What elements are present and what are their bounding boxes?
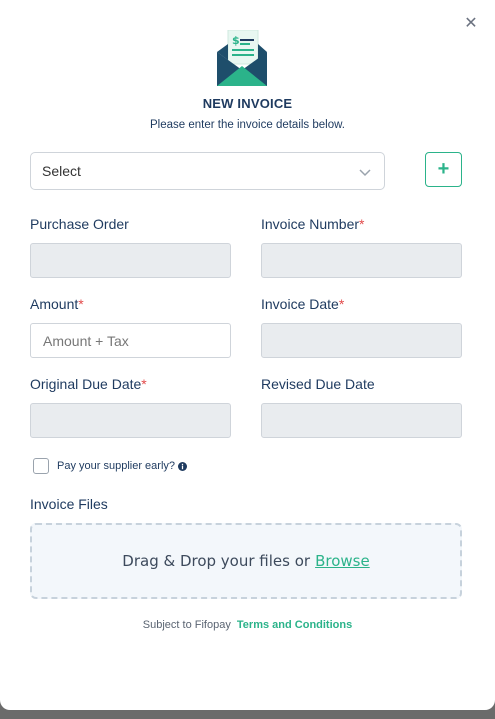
purchase-order-field[interactable] xyxy=(30,243,231,278)
invoice-files-label: Invoice Files xyxy=(30,496,108,512)
dialog-title: NEW INVOICE xyxy=(202,96,293,111)
supplier-select-value: Select xyxy=(42,163,81,179)
browse-link[interactable]: Browse xyxy=(315,552,370,570)
close-icon[interactable]: ✕ xyxy=(464,16,478,32)
early-payment-checkbox[interactable] xyxy=(33,458,49,474)
dropzone-text: Drag & Drop your files or xyxy=(122,552,311,570)
original-due-date-input[interactable] xyxy=(31,404,230,437)
invoice-number-input[interactable] xyxy=(262,244,461,277)
footer-text: Subject to Fifopay xyxy=(142,619,231,631)
amount-label: Amount* xyxy=(30,296,84,312)
purchase-order-label: Purchase Order xyxy=(30,216,129,232)
required-marker: * xyxy=(78,296,84,312)
original-due-date-label: Original Due Date* xyxy=(30,376,147,392)
file-dropzone[interactable]: Drag & Drop your files or Browse xyxy=(30,523,462,599)
invoice-number-field[interactable] xyxy=(261,243,462,278)
revised-due-date-label: Revised Due Date xyxy=(261,376,375,392)
invoice-envelope-icon: $ xyxy=(217,30,267,86)
original-due-date-field[interactable] xyxy=(30,403,231,438)
supplier-select[interactable]: Select xyxy=(30,152,385,190)
add-supplier-button[interactable]: + xyxy=(425,152,462,187)
early-payment-label: Pay your supplier early? xyxy=(57,460,176,472)
invoice-date-input[interactable] xyxy=(262,324,461,357)
purchase-order-input[interactable] xyxy=(31,244,230,277)
required-marker: * xyxy=(338,296,345,312)
chevron-down-icon xyxy=(359,169,371,177)
svg-text:$: $ xyxy=(232,34,240,47)
revised-due-date-input[interactable] xyxy=(262,404,461,437)
dialog-subtitle: Please enter the invoice details below. xyxy=(150,119,345,131)
invoice-date-label: Invoice Date* xyxy=(261,296,345,312)
new-invoice-dialog: ✕ $ NEW INVOICE Please enter the invoice… xyxy=(0,0,495,710)
required-marker: * xyxy=(359,216,365,232)
required-marker: * xyxy=(141,376,147,392)
amount-input[interactable] xyxy=(31,324,230,357)
invoice-number-label: Invoice Number* xyxy=(261,216,365,232)
terms-footer: Subject to Fifopay Terms and Conditions xyxy=(0,619,495,631)
revised-due-date-field[interactable] xyxy=(261,403,462,438)
terms-link[interactable]: Terms and Conditions xyxy=(237,619,352,631)
invoice-date-field[interactable] xyxy=(261,323,462,358)
info-icon[interactable] xyxy=(178,461,188,471)
amount-field[interactable] xyxy=(30,323,231,358)
early-payment-row: Pay your supplier early? xyxy=(33,458,188,474)
